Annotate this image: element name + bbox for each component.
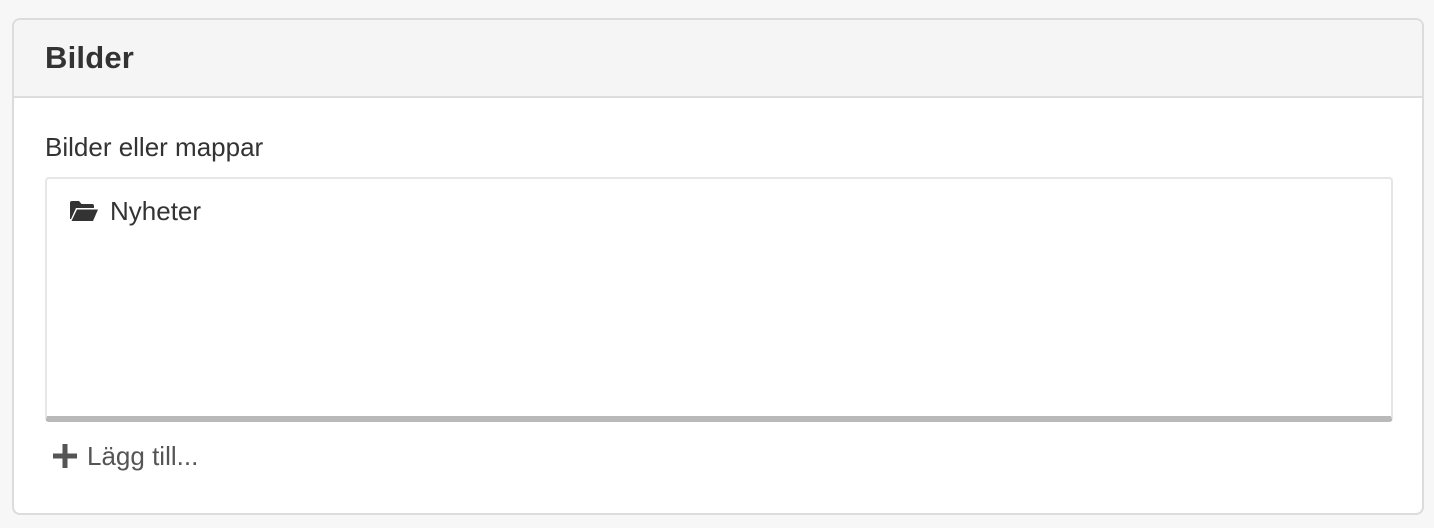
panel-title: Bilder <box>45 40 135 75</box>
images-folders-list[interactable]: Nyheter <box>45 177 1393 422</box>
add-button[interactable]: Lägg till... <box>53 436 198 476</box>
panel-header: Bilder <box>14 20 1422 98</box>
images-panel: Bilder Bilder eller mappar Nyheter Lägg … <box>12 18 1424 515</box>
add-label: Lägg till... <box>87 440 199 471</box>
plus-icon <box>53 444 77 468</box>
field-label: Bilder eller mappar <box>45 132 264 162</box>
list-item-nyheter[interactable]: Nyheter <box>69 195 201 227</box>
folder-open-icon <box>69 199 99 223</box>
panel-body: Bilder eller mappar Nyheter Lägg till... <box>14 98 1422 476</box>
list-item-label: Nyheter <box>110 195 202 226</box>
